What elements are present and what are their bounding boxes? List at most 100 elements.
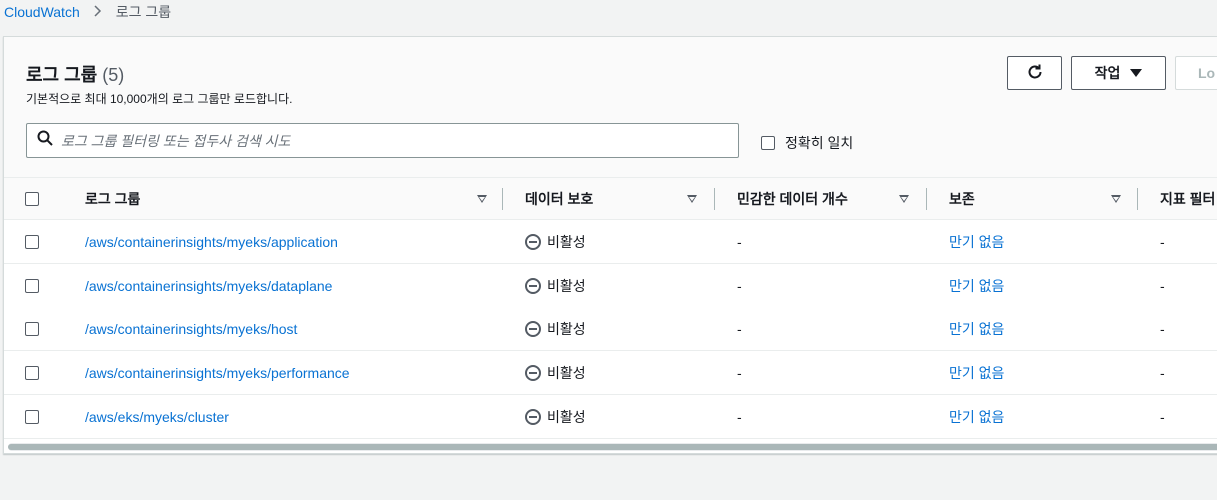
metric-filter-cell: - bbox=[1160, 320, 1165, 337]
column-label: 민감한 데이터 개수 bbox=[737, 191, 848, 207]
row-checkbox-cell[interactable] bbox=[25, 264, 39, 307]
row-checkbox-cell[interactable] bbox=[25, 307, 39, 350]
column-header-retention[interactable]: 보존 bbox=[949, 178, 1139, 220]
row-checkbox-cell[interactable] bbox=[25, 395, 39, 438]
title-text: 로그 그룹 bbox=[26, 65, 98, 85]
data-protection-value: 비활성 bbox=[547, 364, 586, 381]
table-row[interactable]: /aws/eks/myeks/cluster 비활성 - 만기 없음 - bbox=[4, 395, 1217, 439]
column-header-log-group[interactable]: 로그 그룹 bbox=[85, 178, 505, 220]
disabled-status-icon bbox=[525, 320, 541, 337]
sensitive-data-cell: - bbox=[737, 408, 742, 425]
column-header-sensitive-data[interactable]: 민감한 데이터 개수 bbox=[737, 178, 927, 220]
retention-link[interactable]: 만기 없음 bbox=[949, 307, 1004, 350]
log-group-link[interactable]: /aws/containerinsights/myeks/dataplane bbox=[85, 278, 332, 294]
data-protection-value: 비활성 bbox=[547, 408, 586, 425]
sensitive-data-cell: - bbox=[737, 277, 742, 294]
column-resizer[interactable] bbox=[926, 188, 927, 210]
log-group-cell: /aws/containerinsights/myeks/application bbox=[85, 220, 338, 263]
log-group-cell: /aws/containerinsights/myeks/performance bbox=[85, 351, 350, 394]
data-protection-cell: 비활성 bbox=[525, 307, 586, 350]
retention-link[interactable]: 만기 없음 bbox=[949, 395, 1004, 438]
column-header-metric-filter[interactable]: 지표 필터 bbox=[1160, 178, 1217, 220]
sort-icon[interactable] bbox=[899, 195, 909, 203]
metric-filter-cell: - bbox=[1160, 233, 1165, 250]
search-icon bbox=[37, 130, 53, 151]
table-row[interactable]: /aws/containerinsights/myeks/application… bbox=[4, 220, 1217, 264]
disabled-status-icon bbox=[525, 408, 541, 425]
log-group-cell: /aws/containerinsights/myeks/host bbox=[85, 307, 297, 350]
sensitive-data-cell: - bbox=[737, 233, 742, 250]
metric-filter-cell: - bbox=[1160, 364, 1165, 381]
retention-link[interactable]: 만기 없음 bbox=[949, 264, 1004, 307]
exact-match-label: 정확히 일치 bbox=[785, 135, 854, 151]
column-resizer[interactable] bbox=[714, 188, 715, 210]
sensitive-data-cell: - bbox=[737, 364, 742, 381]
panel-header: 로그 그룹 (5) 기본적으로 최대 10,000개의 로그 그룹만 로드합니다… bbox=[4, 37, 1217, 177]
column-label: 로그 그룹 bbox=[85, 191, 141, 207]
column-resizer[interactable] bbox=[502, 188, 503, 210]
table-row[interactable]: /aws/containerinsights/myeks/host 비활성 - … bbox=[4, 307, 1217, 351]
log-group-cell: /aws/eks/myeks/cluster bbox=[85, 395, 229, 438]
search-input[interactable]: 로그 그룹 필터링 또는 접두사 검색 시도 bbox=[26, 123, 739, 158]
metric-filter-cell: - bbox=[1160, 277, 1165, 294]
data-protection-value: 비활성 bbox=[547, 233, 586, 250]
chevron-right-icon bbox=[94, 4, 102, 20]
disabled-status-icon bbox=[525, 233, 541, 250]
log-group-cell: /aws/containerinsights/myeks/dataplane bbox=[85, 264, 332, 307]
exact-match-checkbox[interactable] bbox=[761, 136, 775, 150]
refresh-button[interactable] bbox=[1007, 56, 1062, 90]
row-checkbox-cell[interactable] bbox=[25, 220, 39, 263]
data-protection-value: 비활성 bbox=[547, 320, 586, 337]
metric-filter-cell: - bbox=[1160, 408, 1165, 425]
row-checkbox[interactable] bbox=[25, 234, 39, 249]
data-protection-cell: 비활성 bbox=[525, 351, 586, 394]
breadcrumb-cloudwatch-link[interactable]: CloudWatch bbox=[4, 4, 80, 20]
page-title: 로그 그룹 (5) bbox=[26, 61, 124, 87]
data-protection-value: 비활성 bbox=[547, 277, 586, 294]
sort-icon[interactable] bbox=[687, 195, 697, 203]
disabled-status-icon bbox=[525, 364, 541, 381]
sensitive-data-cell: - bbox=[737, 320, 742, 337]
log-button-label: Lo bbox=[1198, 65, 1216, 81]
row-checkbox[interactable] bbox=[25, 321, 39, 336]
column-resizer[interactable] bbox=[1137, 188, 1138, 210]
table-row[interactable]: /aws/containerinsights/myeks/performance… bbox=[4, 351, 1217, 395]
row-checkbox[interactable] bbox=[25, 409, 39, 424]
row-checkbox[interactable] bbox=[25, 365, 39, 380]
column-label: 데이터 보호 bbox=[525, 191, 594, 207]
horizontal-scrollbar[interactable] bbox=[8, 443, 1217, 451]
log-button[interactable]: Lo bbox=[1175, 56, 1217, 90]
retention-link[interactable]: 만기 없음 bbox=[949, 351, 1004, 394]
breadcrumb-current: 로그 그룹 bbox=[115, 4, 172, 20]
refresh-icon bbox=[1026, 63, 1044, 84]
page-subtitle: 기본적으로 최대 10,000개의 로그 그룹만 로드합니다. bbox=[26, 92, 293, 106]
column-label: 보존 bbox=[949, 191, 975, 207]
exact-match-option[interactable]: 정확히 일치 bbox=[761, 133, 853, 153]
row-checkbox[interactable] bbox=[25, 278, 39, 293]
disabled-status-icon bbox=[525, 277, 541, 294]
table-header: 로그 그룹 데이터 보호 민감한 데이터 개수 보존 지표 필터 bbox=[4, 177, 1217, 220]
log-group-link[interactable]: /aws/containerinsights/myeks/application bbox=[85, 234, 338, 250]
select-all-checkbox-cell[interactable] bbox=[25, 178, 39, 220]
column-header-data-protection[interactable]: 데이터 보호 bbox=[525, 178, 715, 220]
title-count: (5) bbox=[102, 65, 125, 85]
column-label: 지표 필터 bbox=[1160, 191, 1216, 207]
actions-label: 작업 bbox=[1094, 65, 1121, 81]
actions-dropdown-button[interactable]: 작업 bbox=[1071, 56, 1166, 90]
log-groups-panel: 로그 그룹 (5) 기본적으로 최대 10,000개의 로그 그룹만 로드합니다… bbox=[3, 36, 1217, 454]
log-group-link[interactable]: /aws/containerinsights/myeks/performance bbox=[85, 365, 350, 381]
data-protection-cell: 비활성 bbox=[525, 395, 586, 438]
sort-icon[interactable] bbox=[1111, 195, 1121, 203]
log-group-link[interactable]: /aws/eks/myeks/cluster bbox=[85, 409, 229, 425]
table-row[interactable]: /aws/containerinsights/myeks/dataplane 비… bbox=[4, 264, 1217, 308]
breadcrumb: CloudWatch 로그 그룹 bbox=[4, 0, 171, 24]
scrollbar-thumb[interactable] bbox=[8, 444, 1217, 450]
log-group-link[interactable]: /aws/containerinsights/myeks/host bbox=[85, 321, 297, 337]
data-protection-cell: 비활성 bbox=[525, 264, 586, 307]
sort-icon[interactable] bbox=[477, 195, 487, 203]
row-checkbox-cell[interactable] bbox=[25, 351, 39, 394]
caret-down-icon bbox=[1130, 69, 1143, 77]
search-placeholder: 로그 그룹 필터링 또는 접두사 검색 시도 bbox=[61, 132, 291, 149]
retention-link[interactable]: 만기 없음 bbox=[949, 220, 1004, 263]
select-all-checkbox[interactable] bbox=[25, 192, 39, 206]
